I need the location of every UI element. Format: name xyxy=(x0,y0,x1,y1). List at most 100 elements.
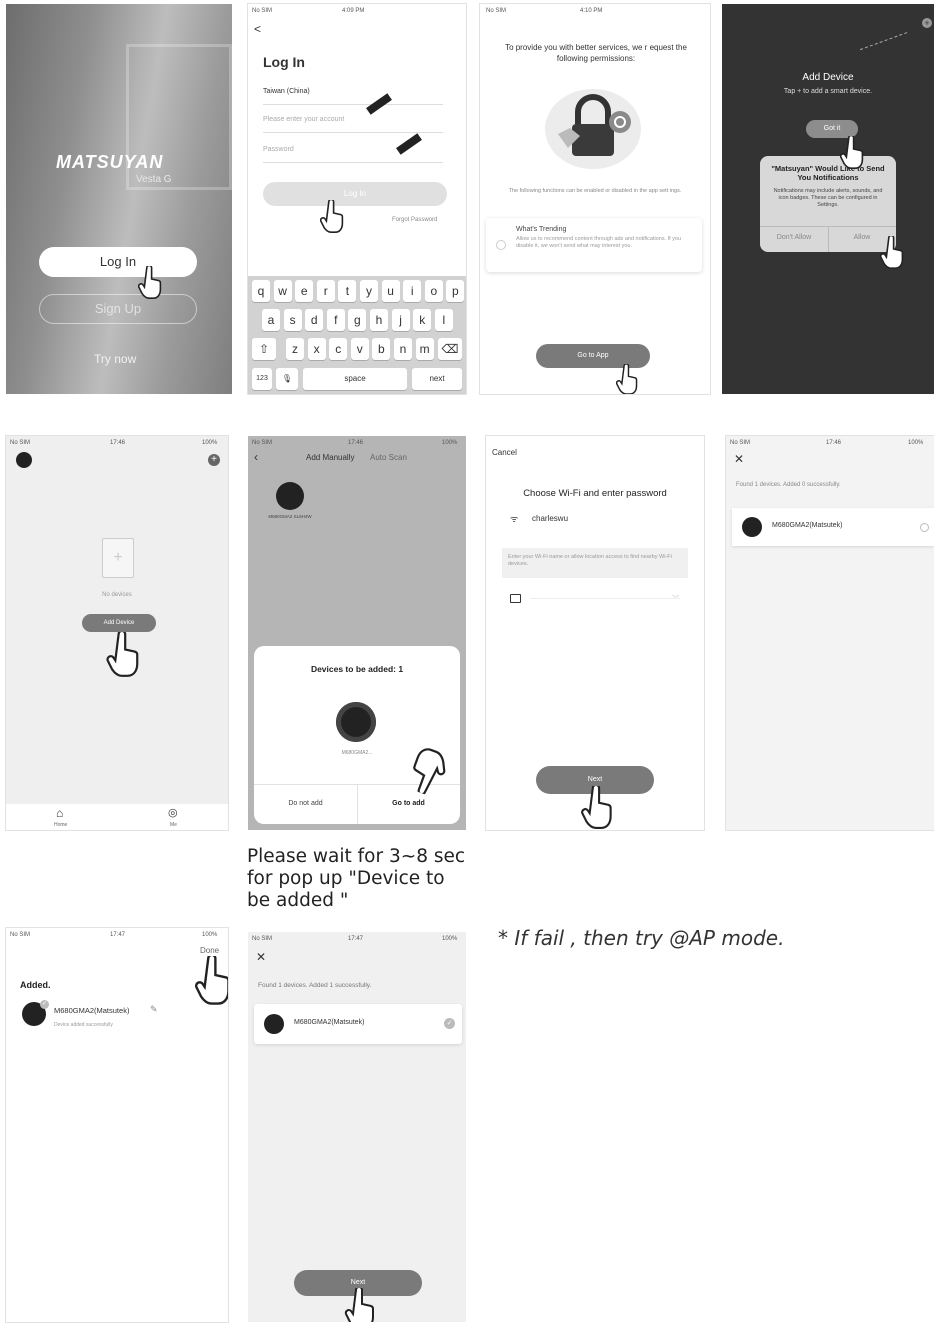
add-device-subtitle: Tap + to add a smart device. xyxy=(783,88,873,95)
keyboard-key[interactable]: j xyxy=(391,309,410,331)
option-description: Allow us to recommend content through ad… xyxy=(516,236,682,249)
device-thumbnail[interactable] xyxy=(276,482,304,510)
keyboard-key[interactable]: k xyxy=(413,309,432,331)
keyboard-key[interactable]: r xyxy=(316,280,335,302)
page-title: Log In xyxy=(263,54,305,70)
plus-icon[interactable]: + xyxy=(208,454,220,466)
password-field[interactable] xyxy=(530,598,680,599)
back-button[interactable]: < xyxy=(254,22,261,36)
plus-icon[interactable]: + xyxy=(922,18,932,28)
login-submit-button[interactable]: Log In xyxy=(263,182,447,206)
eye-icon[interactable]: ﹀ xyxy=(672,594,679,604)
home-icon[interactable]: ⌂ xyxy=(56,806,63,820)
keyboard-key[interactable]: c xyxy=(329,338,348,360)
keyboard-key[interactable]: o xyxy=(424,280,443,302)
forgot-password-link[interactable]: Forgot Password xyxy=(392,217,437,223)
found-status: Found 1 devices. Added 0 successfully. xyxy=(736,482,841,488)
loading-spinner-icon xyxy=(920,523,929,532)
do-not-add-button[interactable]: Do not add xyxy=(254,800,357,807)
add-device-notification-screen: + Add Device Tap + to add a smart device… xyxy=(722,4,934,394)
signup-button[interactable]: Sign Up xyxy=(39,294,197,324)
keyboard-key[interactable]: w xyxy=(273,280,292,302)
add-device-title: Add Device xyxy=(802,72,854,83)
device-card[interactable]: M680GMA2(Matsutek) ✓ xyxy=(254,1004,462,1044)
keyboard-key[interactable]: u xyxy=(381,280,400,302)
try-now-link[interactable]: Try now xyxy=(94,352,136,366)
keyboard-key[interactable]: n xyxy=(394,338,412,360)
device-name: M680GMA2(Matsutek) xyxy=(294,1019,365,1026)
keyboard-key[interactable]: p xyxy=(446,280,465,302)
keyboard-key[interactable]: z xyxy=(286,338,304,360)
permissions-screen: No SIM 4:10 PM To provide you with bette… xyxy=(480,4,710,394)
keyboard-key[interactable]: e xyxy=(295,280,314,302)
status-bar: No SIM 17:46 100% xyxy=(248,436,466,450)
carrier-label: No SIM xyxy=(252,936,273,942)
keyboard-key[interactable]: a xyxy=(262,309,280,331)
keyboard-key[interactable]: v xyxy=(350,338,369,360)
add-device-button[interactable]: Add Device xyxy=(82,614,156,632)
status-bar: No SIM 17:47 100% xyxy=(6,928,228,942)
keyboard-key[interactable]: i xyxy=(403,280,422,302)
region-selector[interactable]: Taiwan (China) xyxy=(263,88,310,95)
close-icon[interactable]: ✕ xyxy=(256,950,266,964)
status-bar: No SIM 17:47 100% xyxy=(248,932,466,946)
done-button[interactable]: Done xyxy=(200,946,219,955)
account-input[interactable]: Please enter your account xyxy=(263,116,344,123)
keyboard-key[interactable]: l xyxy=(434,309,453,331)
keyboard-key[interactable]: f xyxy=(326,309,345,331)
wifi-name-field[interactable]: charleswu xyxy=(532,514,568,523)
pointing-hand-icon xyxy=(839,134,864,170)
tab-me[interactable]: Me xyxy=(170,822,177,828)
option-title: What's Trending xyxy=(516,226,567,233)
avatar[interactable] xyxy=(16,452,32,468)
keyboard-key[interactable]: t xyxy=(338,280,357,302)
device-card[interactable]: M680GMA2(Matsutek) xyxy=(732,508,934,546)
check-icon: ✓ xyxy=(444,1018,455,1029)
numbers-key[interactable]: 123 xyxy=(252,368,272,390)
next-key[interactable]: next xyxy=(412,368,462,390)
robot-vacuum-icon xyxy=(264,1014,284,1034)
login-button[interactable]: Log In xyxy=(39,247,197,277)
close-icon[interactable]: ✕ xyxy=(734,452,744,466)
delete-key[interactable]: ⌫ xyxy=(438,338,462,360)
login-splash-screen: MATSUYAN Vesta G Log In Sign Up Try now xyxy=(6,4,232,394)
password-input[interactable]: Password xyxy=(263,146,294,153)
keyboard-key[interactable]: d xyxy=(305,309,324,331)
keyboard-key[interactable]: s xyxy=(283,309,302,331)
keyboard-key[interactable]: x xyxy=(307,338,326,360)
keyboard-key[interactable]: q xyxy=(252,280,270,302)
keyboard-key[interactable]: b xyxy=(372,338,391,360)
keyboard-key[interactable]: g xyxy=(348,309,367,331)
space-key[interactable]: space xyxy=(303,368,407,390)
wifi-setup-screen: Cancel Choose Wi-Fi and enter password ᯤ… xyxy=(486,436,704,830)
added-heading: Added. xyxy=(20,980,51,990)
go-to-add-button[interactable]: Go to add xyxy=(357,800,460,807)
home-empty-screen: No SIM 17:46 100% + + No devices Add Dev… xyxy=(6,436,228,830)
tab-add-manually[interactable]: Add Manually xyxy=(306,453,354,462)
on-screen-keyboard: qwertyuiop asdfghjkl zxcvbnm ⇧ ⌫ 123 🎙 s… xyxy=(248,276,466,394)
me-icon[interactable]: ◎ xyxy=(168,806,178,819)
tab-auto-scan[interactable]: Auto Scan xyxy=(370,453,407,462)
edit-icon[interactable]: ✎ xyxy=(150,1004,158,1015)
option-radio[interactable] xyxy=(496,240,506,250)
shift-key[interactable]: ⇧ xyxy=(252,338,276,360)
back-button[interactable]: ‹ xyxy=(254,450,258,464)
wifi-hint: Enter your Wi-Fi name or allow location … xyxy=(502,548,688,578)
lock-illustration xyxy=(538,84,648,174)
tab-home[interactable]: Home xyxy=(54,822,67,828)
pointing-hand-icon xyxy=(194,953,228,1006)
keyboard-key[interactable]: y xyxy=(360,280,378,302)
status-time: 4:09 PM xyxy=(342,8,365,14)
keyboard-key[interactable]: m xyxy=(415,338,434,360)
trending-option-card[interactable]: What's Trending Allow us to recommend co… xyxy=(486,218,702,272)
mic-key[interactable]: 🎙 xyxy=(276,368,298,390)
notification-dialog: "Matsuyan" Would Like to Send You Notifi… xyxy=(760,156,896,252)
caption-line: be added " xyxy=(247,890,349,911)
pointing-hand-icon xyxy=(615,363,638,394)
battery-level: 100% xyxy=(442,936,458,942)
keyboard-key[interactable]: h xyxy=(370,309,388,331)
caption-line: Please wait for 3~8 sec xyxy=(247,846,466,867)
cancel-button[interactable]: Cancel xyxy=(492,448,517,457)
status-time: 17:47 xyxy=(110,932,126,938)
dont-allow-button[interactable]: Don't Allow xyxy=(760,234,828,241)
